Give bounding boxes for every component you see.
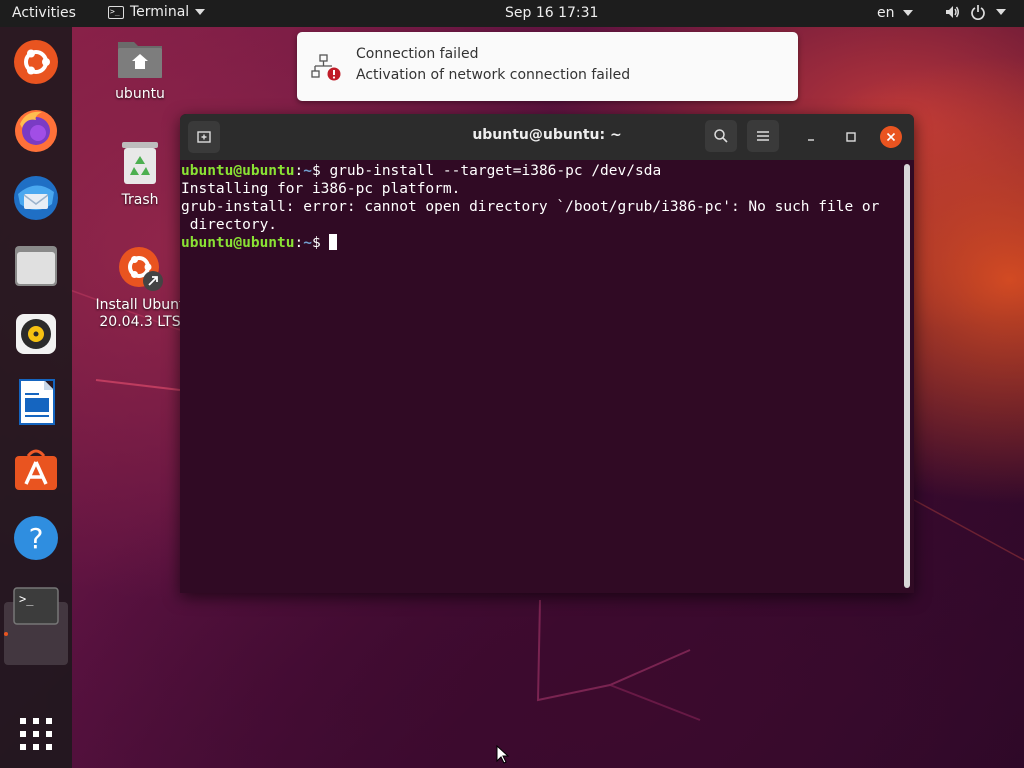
prompt-user: ubuntu@ubuntu xyxy=(181,235,295,251)
terminal-scrollbar[interactable] xyxy=(904,164,910,588)
notification-banner[interactable]: Connection failed Activation of network … xyxy=(297,32,798,101)
caret-down-icon xyxy=(902,10,913,16)
maximize-icon xyxy=(846,132,856,142)
trash-icon xyxy=(122,142,158,184)
menu-icon xyxy=(757,131,769,141)
help-glyph: ? xyxy=(29,522,44,555)
prompt-dollar: $ xyxy=(311,235,330,251)
dock: ? >_ xyxy=(0,27,72,768)
text-cursor xyxy=(329,234,338,250)
terminal-headerbar[interactable]: ubuntu@ubuntu: ~ xyxy=(180,114,914,160)
dock-item-installer[interactable] xyxy=(12,38,60,86)
terminal-line: directory. xyxy=(181,217,278,233)
close-button[interactable] xyxy=(880,126,902,148)
search-button[interactable] xyxy=(705,120,737,152)
prompt-colon: : xyxy=(294,235,304,251)
app-menu[interactable]: >_ Terminal xyxy=(108,4,206,20)
running-indicator xyxy=(4,632,8,636)
input-source-menu[interactable]: en xyxy=(877,5,913,21)
dock-item-files[interactable] xyxy=(12,242,60,290)
dock-item-writer[interactable] xyxy=(12,378,60,426)
search-icon xyxy=(714,129,728,143)
dock-item-rhythmbox[interactable] xyxy=(12,310,60,358)
input-source-label: en xyxy=(877,5,895,21)
files-icon xyxy=(15,246,57,286)
prompt-path: ~ xyxy=(303,163,312,179)
terminal-line: ubuntu@ubuntu:~$ xyxy=(181,234,903,252)
desktop-install-ubuntu[interactable]: Install Ubunt 20.04.3 LTS xyxy=(90,245,190,331)
ubuntu-installer-icon xyxy=(14,40,58,84)
caret-down-icon xyxy=(996,9,1006,15)
firefox-icon xyxy=(15,110,57,152)
minimize-icon xyxy=(808,139,814,141)
maximize-button[interactable] xyxy=(835,121,867,153)
command-text: grub-install --target=i386-pc /dev/sda xyxy=(329,163,662,179)
prompt-user: ubuntu@ubuntu xyxy=(181,163,295,179)
terminal-line: Installing for i386-pc platform. xyxy=(181,181,461,197)
terminal-icon: >_ xyxy=(13,587,59,625)
terminal-line: ubuntu@ubuntu:~$ grub-install --target=i… xyxy=(181,162,903,180)
desktop-home-folder[interactable]: ubuntu xyxy=(110,36,170,102)
minimize-button[interactable] xyxy=(795,121,827,153)
app-menu-label: Terminal xyxy=(130,4,190,20)
prompt-colon: : xyxy=(294,163,304,179)
trash-label: Trash xyxy=(121,192,159,208)
volume-icon xyxy=(946,6,959,18)
dock-item-thunderbird[interactable] xyxy=(12,174,60,222)
show-applications-icon xyxy=(20,718,52,750)
caret-down-icon xyxy=(195,9,206,15)
terminal-glyph: >_ xyxy=(19,592,34,606)
clock[interactable]: Sep 16 17:31 xyxy=(505,5,598,21)
home-folder-label: ubuntu xyxy=(115,86,165,102)
dock-item-terminal[interactable]: >_ xyxy=(12,582,60,630)
terminal-window[interactable]: ubuntu@ubuntu: ~ ubuntu@ubuntu:~$ grub-i… xyxy=(180,114,914,593)
notification-title: Connection failed xyxy=(356,46,479,62)
dock-item-firefox[interactable] xyxy=(12,106,60,154)
system-menu[interactable] xyxy=(944,4,1006,20)
thunderbird-icon xyxy=(14,176,58,220)
install-ubuntu-label-1: Install Ubunt xyxy=(95,297,185,313)
install-ubuntu-label-2: 20.04.3 LTS xyxy=(99,314,181,330)
help-icon: ? xyxy=(14,516,58,560)
rhythmbox-icon xyxy=(16,314,56,354)
power-icon xyxy=(971,5,985,20)
libreoffice-writer-icon xyxy=(19,379,55,425)
dock-item-help[interactable]: ? xyxy=(12,514,60,562)
prompt-path: ~ xyxy=(303,235,312,251)
dock-item-software[interactable] xyxy=(12,446,60,494)
prompt-dollar: $ xyxy=(311,163,330,179)
activities-button[interactable]: Activities xyxy=(12,5,76,21)
home-folder-icon xyxy=(118,42,162,78)
notification-body: Activation of network connection failed xyxy=(356,67,631,83)
dock-item-show-apps[interactable] xyxy=(12,710,60,758)
ubuntu-software-icon xyxy=(15,449,57,490)
menu-button[interactable] xyxy=(747,120,779,152)
terminal-output[interactable]: ubuntu@ubuntu:~$ grub-install --target=i… xyxy=(181,160,903,593)
terminal-line: grub-install: error: cannot open directo… xyxy=(181,199,880,215)
ubuntu-installer-icon xyxy=(119,247,163,291)
error-icon xyxy=(327,67,341,81)
top-bar: Activities >_ Terminal Sep 16 17:31 en xyxy=(0,0,1024,27)
mouse-pointer-icon xyxy=(496,745,510,764)
desktop-trash[interactable]: Trash xyxy=(110,140,170,208)
terminal-app-icon: >_ xyxy=(108,5,124,19)
close-icon xyxy=(886,132,896,142)
